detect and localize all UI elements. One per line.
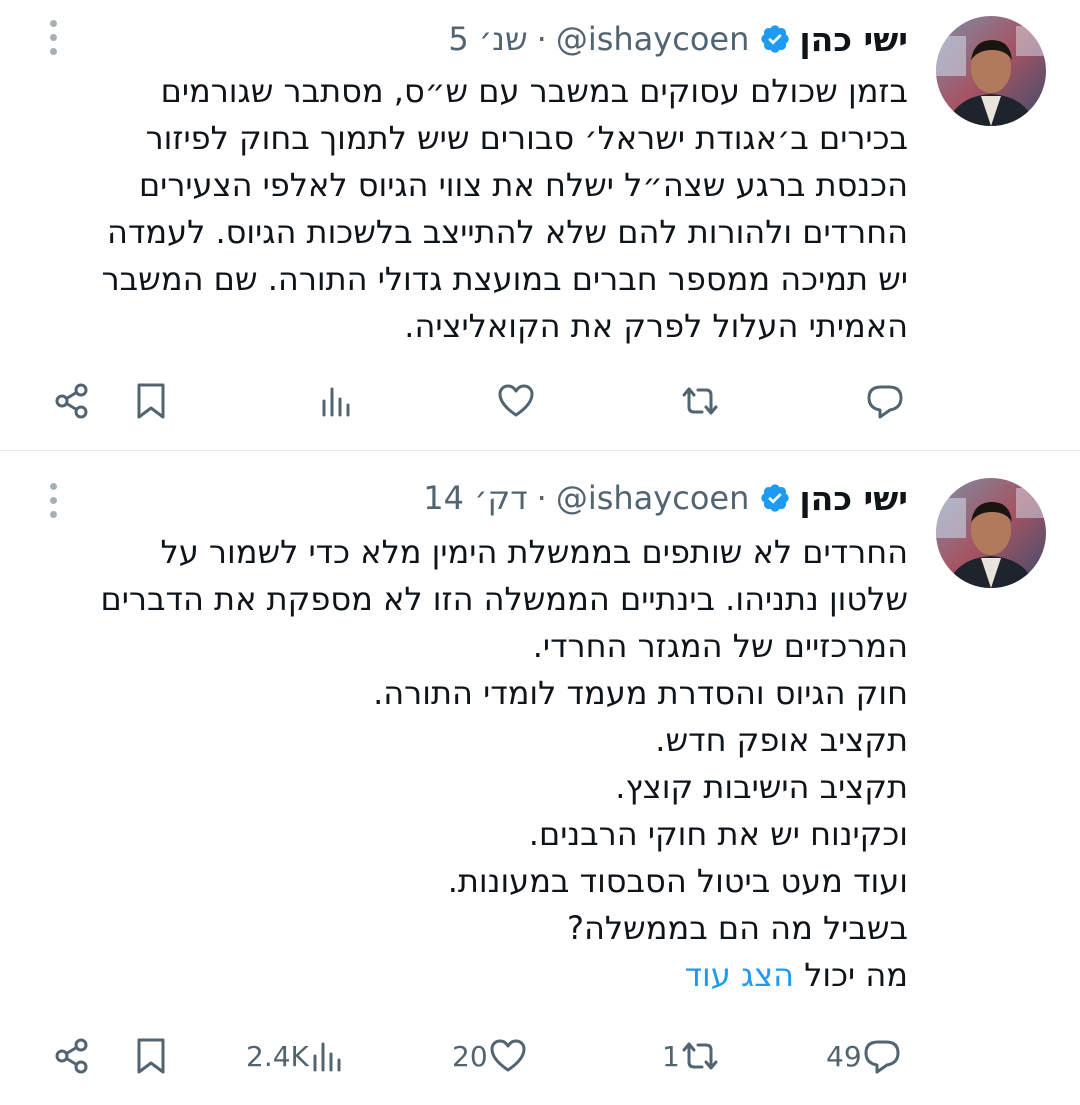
tweet-actions	[0, 376, 1080, 426]
author-handle[interactable]: @ishaycoen	[556, 479, 750, 517]
verified-badge-icon	[761, 25, 790, 53]
like-button[interactable]	[496, 376, 536, 426]
separator-dot: ·	[536, 20, 547, 58]
verified-badge-icon	[761, 484, 790, 512]
heart-icon	[498, 384, 534, 417]
separator-dot: ·	[536, 479, 547, 517]
retweet-icon	[682, 387, 718, 415]
tweet-text-line: המרכזיים של המגזר החרדי.	[532, 627, 908, 665]
author-handle[interactable]: @ishaycoen	[556, 20, 750, 58]
tweet-text-line: חוק הגיוס והסדרת מעמד לומדי התורה.	[373, 674, 908, 712]
tweet-text: החרדים לא שותפים בממשלת הימין מלא כדי לש…	[50, 529, 908, 999]
reply-icon	[867, 385, 903, 419]
views-icon	[322, 387, 350, 417]
like-button[interactable]: 20	[452, 1031, 528, 1081]
tweet-text: בזמן שכולם עסוקים במשבר עם ש״ס, מסתבר שג…	[50, 68, 908, 350]
tweet-text-line: החרדים ולהורות להם שלא להתייצב בלשכות הג…	[106, 213, 908, 251]
avatar[interactable]	[936, 478, 1046, 588]
bookmark-button[interactable]	[131, 1031, 171, 1081]
tweet-header: ישי כהן @ishaycoen · 14 דק׳	[423, 474, 908, 522]
tweet-actions: 2.4K 20 1 49	[0, 1031, 1080, 1081]
share-icon	[55, 383, 88, 419]
tweet-text-line: ועוד מעט ביטול הסבסוד במעונות.	[447, 862, 908, 900]
tweet-text-line: מה יכול הצג עוד	[50, 952, 908, 999]
tweet-text-line: שלטון נתניהו. בינתיים הממשלה הזו לא מספק…	[100, 580, 908, 618]
tweet-text-line: בשביל מה הם בממשלה?	[566, 909, 908, 947]
reply-button[interactable]	[865, 376, 905, 426]
views-count: 2.4K	[246, 1039, 309, 1073]
like-count: 20	[452, 1039, 488, 1073]
tweet-text-line: הכנסת ברגע שצה״ל ישלח את צווי הגיוס לאלפ…	[138, 166, 908, 204]
tweet-text-line: האמיתי העלול לפרק את הקואליציה.	[404, 307, 908, 345]
reply-count: 49	[826, 1039, 862, 1073]
share-icon	[55, 1038, 88, 1074]
retweet-icon	[682, 1042, 718, 1070]
share-button[interactable]	[52, 1031, 92, 1081]
tweet-text-line: תקציב אופק חדש.	[655, 721, 908, 759]
tweet-text-line: בזמן שכולם עסוקים במשבר עם ש״ס, מסתבר שג…	[160, 72, 908, 110]
tweet-text-line: תקציב הישיבות קוצץ.	[615, 768, 908, 806]
timestamp[interactable]: 5 שנ׳	[448, 20, 527, 58]
timestamp[interactable]: 14 דק׳	[423, 479, 527, 517]
retweet-button[interactable]	[680, 376, 720, 426]
bookmark-icon	[137, 1038, 165, 1074]
tweet-text-fragment: מה יכול	[804, 956, 908, 994]
views-button[interactable]: 2.4K	[246, 1031, 349, 1081]
heart-icon	[490, 1039, 526, 1072]
avatar[interactable]	[936, 16, 1046, 126]
tweet-header: ישי כהן @ishaycoen · 5 שנ׳	[448, 15, 908, 63]
reply-icon	[864, 1040, 900, 1074]
more-options-icon[interactable]	[44, 20, 64, 62]
tweet[interactable]: ישי כהן @ishaycoen · 14 דק׳ החרדים לא שו…	[0, 451, 1080, 1105]
bookmark-icon	[137, 383, 165, 419]
views-button[interactable]	[318, 376, 358, 426]
reply-button[interactable]: 49	[826, 1031, 902, 1081]
views-icon	[313, 1042, 341, 1072]
tweet-text-line: בכירים ב׳אגודת ישראל׳ סבורים שיש לתמוך ב…	[145, 119, 908, 157]
tweet-text-line: החרדים לא שותפים בממשלת הימין מלא כדי לש…	[160, 533, 908, 571]
share-button[interactable]	[52, 376, 92, 426]
bookmark-button[interactable]	[131, 376, 171, 426]
author-name[interactable]: ישי כהן	[799, 20, 908, 59]
retweet-button[interactable]: 1	[662, 1031, 720, 1081]
author-name[interactable]: ישי כהן	[799, 479, 908, 518]
tweet-text-line: וכקינוח יש את חוקי הרבנים.	[528, 815, 908, 853]
tweet[interactable]: ישי כהן @ishaycoen · 5 שנ׳ בזמן שכולם עס…	[0, 0, 1080, 451]
retweet-count: 1	[662, 1039, 680, 1073]
more-options-icon[interactable]	[44, 483, 64, 525]
tweet-text-line: יש תמיכה ממספר חברים במועצת גדולי התורה.…	[101, 260, 908, 298]
show-more-link[interactable]: הצג עוד	[685, 956, 794, 994]
